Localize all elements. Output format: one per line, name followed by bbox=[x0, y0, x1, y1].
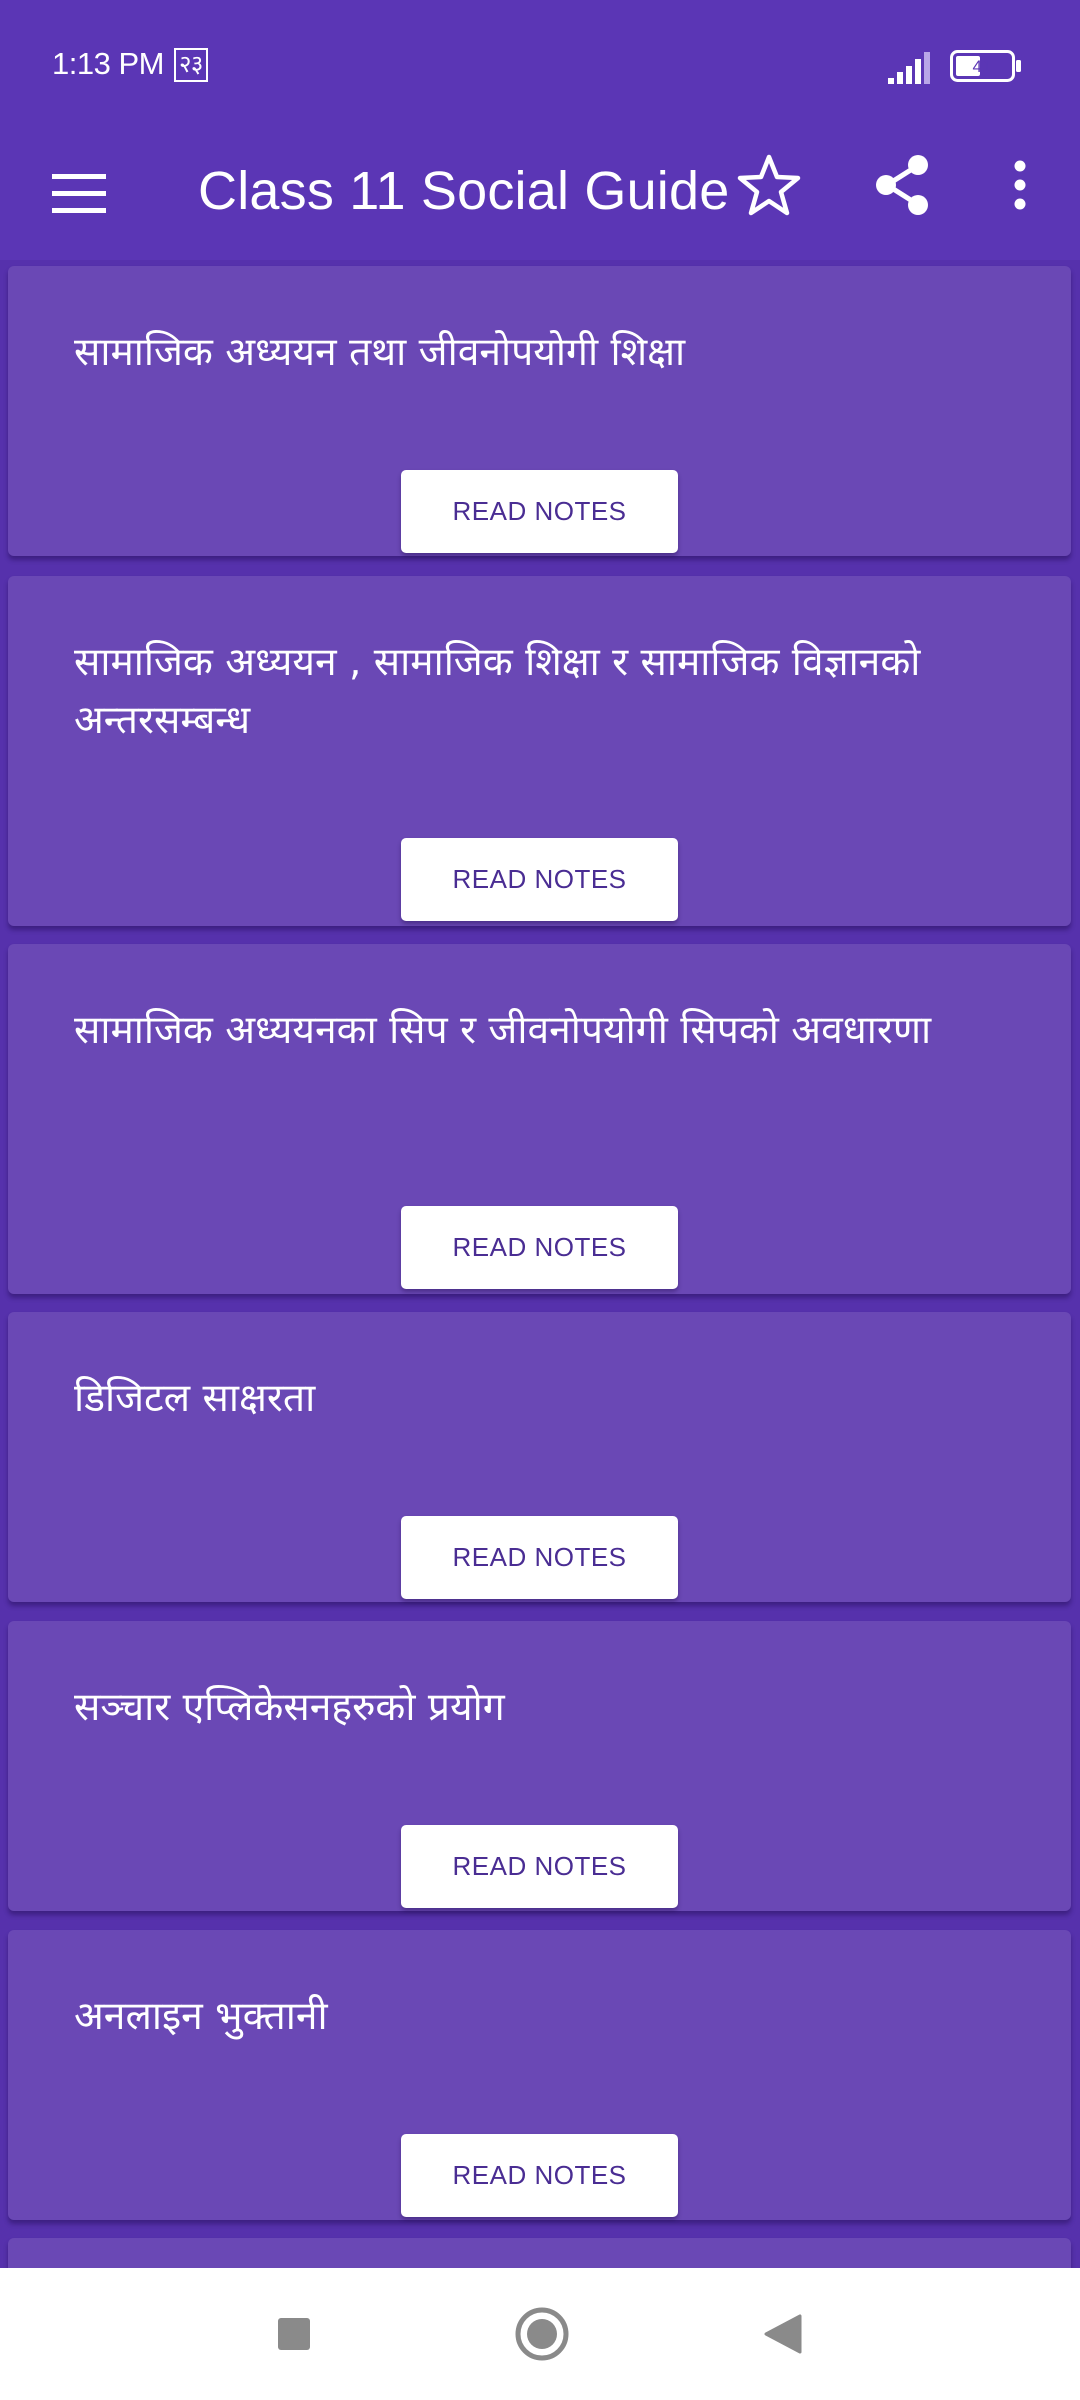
status-bar: 1:13 PM २३ 41 bbox=[0, 0, 1080, 130]
lesson-card: सञ्चार एप्लिकेसनहरुको प्रयोग READ NOTES bbox=[8, 1621, 1071, 1911]
star-icon[interactable] bbox=[736, 152, 802, 218]
status-clock: 1:13 PM bbox=[52, 46, 164, 81]
lesson-title: डिजिटल साक्षरता bbox=[74, 1376, 316, 1421]
signal-icon bbox=[888, 52, 930, 84]
share-icon[interactable] bbox=[870, 152, 936, 218]
lesson-card: सामाजिक अध्ययनका सिप र जीवनोपयोगी सिपको … bbox=[8, 944, 1071, 1294]
app-title: Class 11 Social Guide bbox=[198, 161, 730, 221]
lesson-title: सामाजिक अध्ययन , सामाजिक शिक्षा र सामाजि… bbox=[74, 640, 921, 743]
more-vert-icon[interactable] bbox=[1002, 152, 1038, 218]
lesson-card: सामाजिक अध्ययन , सामाजिक शिक्षा र सामाजि… bbox=[8, 576, 1071, 926]
screen: 1:13 PM २३ 41 Class 11 Social Guide सामा… bbox=[0, 0, 1080, 2400]
status-time: 1:13 PM २३ bbox=[52, 46, 208, 82]
battery-level: 41 bbox=[973, 57, 992, 76]
battery-icon: 41 bbox=[950, 50, 1021, 82]
lesson-title: सामाजिक अध्ययन तथा जीवनोपयोगी शिक्षा bbox=[74, 330, 686, 375]
back-icon[interactable] bbox=[760, 2312, 804, 2356]
status-extra-badge: २३ bbox=[173, 48, 208, 82]
read-notes-button[interactable]: READ NOTES bbox=[401, 1825, 678, 1908]
recents-icon[interactable] bbox=[276, 2316, 312, 2352]
home-icon[interactable] bbox=[514, 2306, 570, 2362]
read-notes-button[interactable]: READ NOTES bbox=[401, 470, 678, 553]
read-notes-button[interactable]: READ NOTES bbox=[401, 838, 678, 921]
lesson-title: अनलाइन भुक्तानी bbox=[74, 1994, 328, 2039]
lesson-card: सामाजिक अध्ययन तथा जीवनोपयोगी शिक्षा REA… bbox=[8, 266, 1071, 556]
read-notes-button[interactable]: READ NOTES bbox=[401, 2134, 678, 2217]
menu-icon[interactable] bbox=[46, 160, 112, 226]
system-nav-bar bbox=[0, 2268, 1080, 2400]
app-bar: Class 11 Social Guide bbox=[0, 130, 1080, 260]
read-notes-button[interactable]: READ NOTES bbox=[401, 1206, 678, 1289]
lesson-card: अनलाइन भुक्तानी READ NOTES bbox=[8, 1930, 1071, 2220]
lesson-card: डिजिटल साक्षरता READ NOTES bbox=[8, 1312, 1071, 1602]
lesson-title: सञ्चार एप्लिकेसनहरुको प्रयोग bbox=[74, 1685, 505, 1730]
read-notes-button[interactable]: READ NOTES bbox=[401, 1516, 678, 1599]
lesson-title: सामाजिक अध्ययनका सिप र जीवनोपयोगी सिपको … bbox=[74, 1008, 932, 1053]
